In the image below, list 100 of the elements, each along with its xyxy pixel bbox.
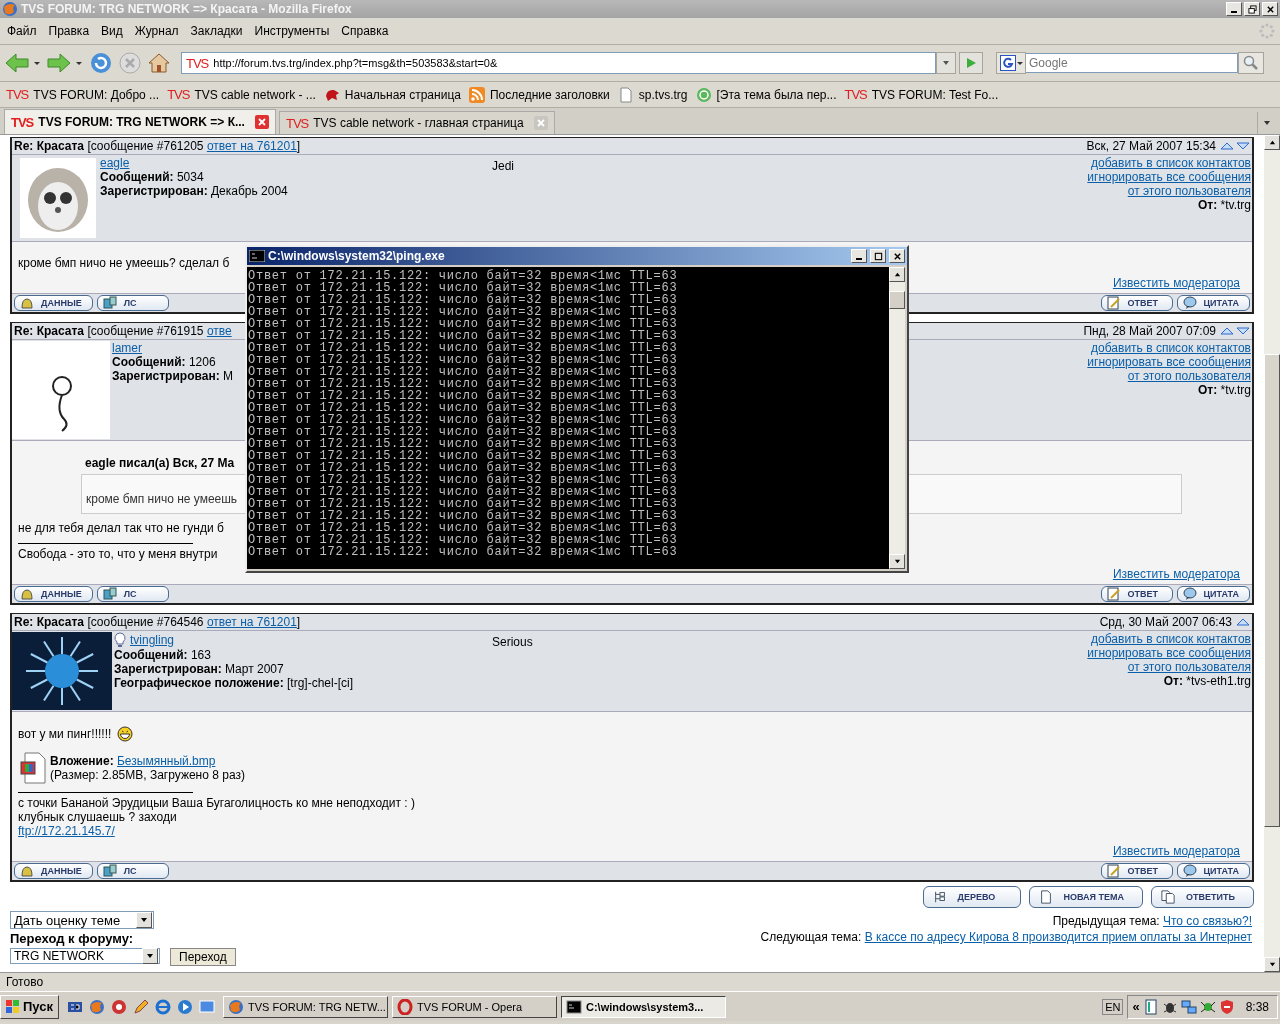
start-button[interactable]: Пуск xyxy=(0,994,59,1019)
user-action-link[interactable]: игнорировать все сообщения xyxy=(1087,170,1251,184)
user-action-link[interactable]: игнорировать все сообщения xyxy=(1087,355,1251,369)
bookmark-item[interactable]: [Эта тема была пер... xyxy=(695,86,837,103)
scroll-up-icon[interactable] xyxy=(893,271,901,278)
reply-to-link[interactable]: отве xyxy=(206,324,232,338)
browser-tab[interactable]: TVS TVS FORUM: TRG NETWORK => К... xyxy=(4,109,276,134)
pencil-icon[interactable] xyxy=(133,998,149,1015)
search-field[interactable]: Google xyxy=(1026,53,1238,73)
bookmark-item[interactable]: TVS TVS FORUM: Добро ... xyxy=(6,87,160,102)
post-button[interactable]: ДАННЫЕ xyxy=(14,295,93,311)
post-button[interactable]: ЛС xyxy=(96,863,169,879)
topic-button[interactable]: НОВАЯ ТЕМА xyxy=(1028,886,1144,908)
user-action-link[interactable]: добавить в список контактов xyxy=(1091,632,1251,646)
bookmark-item[interactable]: sp.tvs.trg xyxy=(617,86,688,103)
restore-button[interactable] xyxy=(1244,2,1260,16)
reload-icon[interactable] xyxy=(88,51,114,75)
menu-item[interactable]: Правка xyxy=(44,22,94,40)
post-button[interactable]: ОТВЕТ xyxy=(1100,586,1173,602)
bookmark-item[interactable]: Начальная страница xyxy=(323,86,461,103)
tray-expand-button[interactable]: « xyxy=(1132,999,1140,1014)
post-button[interactable]: ЛС xyxy=(96,586,169,602)
taskbar-button[interactable]: TVS FORUM - Opera xyxy=(392,995,557,1018)
topic-button[interactable]: ОТВЕТИТЬ xyxy=(1151,886,1254,908)
post-button[interactable]: ЦИТАТА xyxy=(1176,863,1250,879)
home-icon[interactable] xyxy=(146,51,172,75)
post-button[interactable]: ЦИТАТА xyxy=(1176,586,1250,602)
page-scrollbar[interactable] xyxy=(1264,135,1280,972)
post-button[interactable]: ОТВЕТ xyxy=(1100,295,1173,311)
close-button[interactable] xyxy=(889,249,905,263)
up-down-arrows-icon[interactable] xyxy=(1220,141,1250,151)
menu-item[interactable]: Файл xyxy=(3,22,41,40)
menu-item[interactable]: Журнал xyxy=(130,22,183,40)
post-button[interactable]: ЦИТАТА xyxy=(1176,295,1250,311)
scroll-up-icon[interactable] xyxy=(1268,139,1276,146)
post-button[interactable]: ЛС xyxy=(96,295,169,311)
shield-icon[interactable] xyxy=(1218,998,1235,1015)
user-action-link[interactable]: игнорировать все сообщения xyxy=(1087,646,1251,660)
next-topic-link[interactable]: В кассе по адресу Кирова 8 производится прием оплаты за Интернет xyxy=(864,930,1252,944)
taskbar-button[interactable]: C:\windows\system3... xyxy=(561,995,726,1018)
user-action-link[interactable]: от этого пользователя xyxy=(1127,660,1251,674)
menu-item[interactable]: Справка xyxy=(337,22,393,40)
minimize-button[interactable] xyxy=(1226,2,1242,16)
console-scrollbar[interactable] xyxy=(889,267,905,569)
previous-topic-link[interactable]: Что со связью?! xyxy=(1163,914,1252,928)
menu-item[interactable]: Закладки xyxy=(186,22,247,40)
language-indicator[interactable]: EN xyxy=(1102,998,1124,1015)
bookmark-item[interactable]: TVS TVS FORUM: Test Fo... xyxy=(844,87,999,102)
rating-select[interactable]: Дать оценку теме xyxy=(10,911,154,929)
close-tab-icon[interactable] xyxy=(254,115,269,129)
topic-button[interactable]: ДЕРЕВО xyxy=(922,886,1021,908)
username-link[interactable]: lamer xyxy=(112,341,142,355)
menu-item[interactable]: Инструменты xyxy=(250,22,334,40)
search-engine-button[interactable] xyxy=(996,52,1026,74)
scroll-down-icon[interactable] xyxy=(893,558,901,565)
up-arrow-icon[interactable] xyxy=(1236,617,1250,627)
search-button[interactable] xyxy=(1238,52,1264,74)
media-player-icon[interactable] xyxy=(177,998,193,1015)
report-moderator-link[interactable]: Известить модератора xyxy=(1112,276,1240,290)
post-subject: Re: Красата [сообщение #761205 ответ на 761201] xyxy=(14,139,302,153)
user-action-link[interactable]: добавить в список контактов xyxy=(1091,156,1251,170)
menu-item[interactable]: Вид xyxy=(97,22,127,40)
scroll-down-icon[interactable] xyxy=(1268,961,1276,968)
report-moderator-link[interactable]: Известить модератора xyxy=(1112,567,1240,581)
user-rank: Serious xyxy=(492,635,533,649)
reply-to-link[interactable]: ответ на 761201 xyxy=(206,139,297,153)
username-link[interactable]: tvingling xyxy=(130,633,175,647)
close-icon xyxy=(1265,4,1275,14)
user-action-link[interactable]: от этого пользователя xyxy=(1127,369,1251,383)
bookmark-item[interactable]: Последние заголовки xyxy=(468,86,610,103)
post-button[interactable]: ОТВЕТ xyxy=(1100,863,1173,879)
post-button[interactable]: ДАННЫЕ xyxy=(14,586,93,602)
forum-select[interactable]: TRG NETWORK xyxy=(10,948,160,964)
taskbar-button[interactable]: TVS FORUM: TRG NETW... xyxy=(223,995,388,1018)
username-link[interactable]: eagle xyxy=(100,156,130,170)
maximize-button[interactable] xyxy=(870,249,886,263)
scrollbar-thumb[interactable] xyxy=(1264,354,1280,827)
report-moderator-link[interactable]: Известить модератора xyxy=(1112,844,1240,858)
attachment-link[interactable]: Безымянный.bmp xyxy=(116,754,216,768)
post-button[interactable]: ДАННЫЕ xyxy=(14,863,93,879)
address-field[interactable]: TVS http://forum.tvs.trg/index.php?t=msg&th=503583&start=0& xyxy=(181,52,936,74)
desktop-icon[interactable] xyxy=(199,998,215,1015)
caret-icon[interactable] xyxy=(33,59,41,67)
bookmark-item[interactable]: TVS TVS cable network - ... xyxy=(167,87,316,102)
scrollbar-thumb[interactable] xyxy=(889,291,905,309)
fox-globe-icon[interactable] xyxy=(89,998,105,1015)
user-action-link[interactable]: добавить в список контактов xyxy=(1091,341,1251,355)
jump-button[interactable]: Переход xyxy=(170,948,236,966)
signature-link[interactable]: ftp://172.21.145.7/ xyxy=(18,824,115,838)
user-action-link[interactable]: от этого пользователя xyxy=(1127,184,1251,198)
address-dropdown-button[interactable] xyxy=(936,52,956,74)
reply-to-link[interactable]: ответ на 761201 xyxy=(206,615,297,629)
browser-tab[interactable]: TVS TVS cable network - главная страница xyxy=(278,111,555,134)
search-icon xyxy=(1243,55,1259,71)
up-down-arrows-icon[interactable] xyxy=(1220,326,1250,336)
network-computers-icon[interactable] xyxy=(1180,998,1197,1015)
caret-icon[interactable] xyxy=(75,59,83,67)
close-button[interactable] xyxy=(1262,2,1278,16)
target-icon[interactable] xyxy=(111,998,127,1015)
minimize-button[interactable] xyxy=(851,249,867,263)
